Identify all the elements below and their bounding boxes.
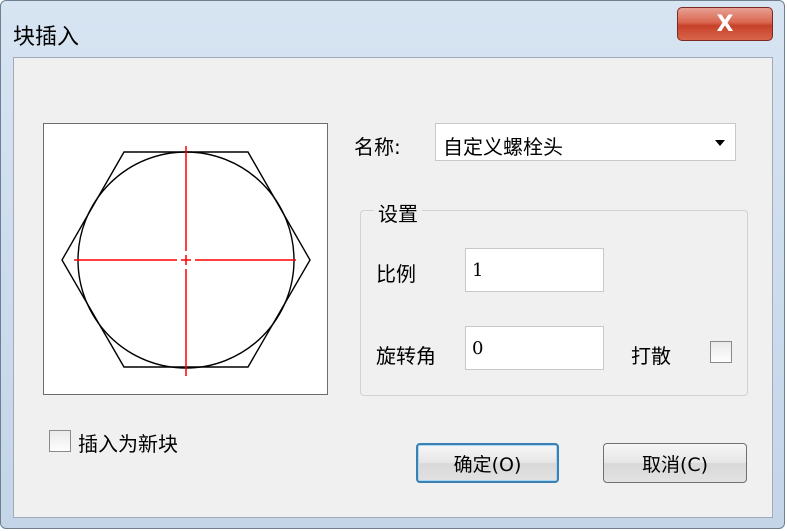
insert-as-new-block-label: 插入为新块 bbox=[78, 432, 178, 456]
scale-input[interactable]: 1 bbox=[465, 248, 604, 292]
bolt-head-preview-graphic bbox=[61, 146, 311, 376]
explode-label: 打散 bbox=[631, 344, 671, 368]
ok-button[interactable]: 确定(O) bbox=[416, 443, 559, 483]
block-name-value: 自定义螺栓头 bbox=[443, 135, 563, 159]
dialog-title: 块插入 bbox=[13, 25, 80, 50]
chevron-down-icon[interactable] bbox=[715, 140, 725, 146]
rotation-input[interactable]: 0 bbox=[465, 326, 604, 370]
title-bar[interactable]: 块插入 X bbox=[1, 1, 784, 57]
name-label: 名称: bbox=[354, 135, 401, 159]
rotation-label: 旋转角 bbox=[376, 344, 436, 368]
scale-label: 比例 bbox=[376, 262, 416, 286]
close-icon: X bbox=[716, 11, 734, 37]
explode-checkbox[interactable] bbox=[710, 341, 732, 363]
settings-group-title: 设置 bbox=[374, 198, 422, 227]
close-button[interactable]: X bbox=[677, 7, 773, 41]
cancel-button[interactable]: 取消(C) bbox=[603, 443, 747, 483]
insert-block-dialog: 块插入 X 名称: 自定义螺栓头 设置 比例 1 旋转角 0 打散 插入为新块 … bbox=[0, 0, 785, 529]
insert-as-new-block-checkbox[interactable] bbox=[49, 430, 71, 452]
dialog-body: 名称: 自定义螺栓头 设置 比例 1 旋转角 0 打散 插入为新块 确定(O) … bbox=[13, 57, 773, 518]
block-name-select[interactable]: 自定义螺栓头 bbox=[435, 123, 736, 161]
block-preview bbox=[43, 123, 328, 395]
